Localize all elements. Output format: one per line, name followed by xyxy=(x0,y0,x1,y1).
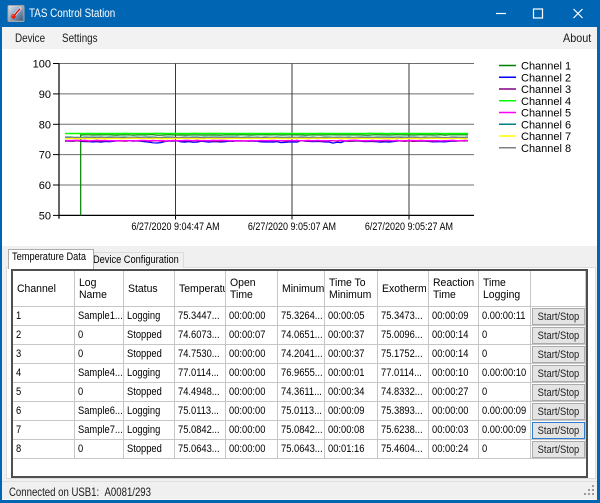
svg-text:6/27/2020 9:05:27 AM: 6/27/2020 9:05:27 AM xyxy=(365,221,453,233)
svg-text:Channel 3: Channel 3 xyxy=(521,84,571,96)
svg-text:6/27/2020 9:05:07 AM: 6/27/2020 9:05:07 AM xyxy=(248,221,336,233)
svg-text:80: 80 xyxy=(39,119,51,131)
svg-text:Channel 7: Channel 7 xyxy=(521,131,571,143)
svg-text:6/27/2020 9:04:47 AM: 6/27/2020 9:04:47 AM xyxy=(131,221,219,233)
svg-text:50: 50 xyxy=(39,210,51,222)
svg-text:Channel 2: Channel 2 xyxy=(521,72,571,84)
svg-text:70: 70 xyxy=(39,150,51,162)
svg-text:Channel 8: Channel 8 xyxy=(521,143,571,155)
svg-text:90: 90 xyxy=(39,89,51,101)
svg-text:Channel 4: Channel 4 xyxy=(521,96,571,108)
svg-text:Channel 1: Channel 1 xyxy=(521,61,571,73)
svg-text:60: 60 xyxy=(39,180,51,192)
svg-text:Channel 6: Channel 6 xyxy=(521,119,571,131)
svg-text:Channel 5: Channel 5 xyxy=(521,108,571,120)
svg-text:100: 100 xyxy=(33,59,51,71)
